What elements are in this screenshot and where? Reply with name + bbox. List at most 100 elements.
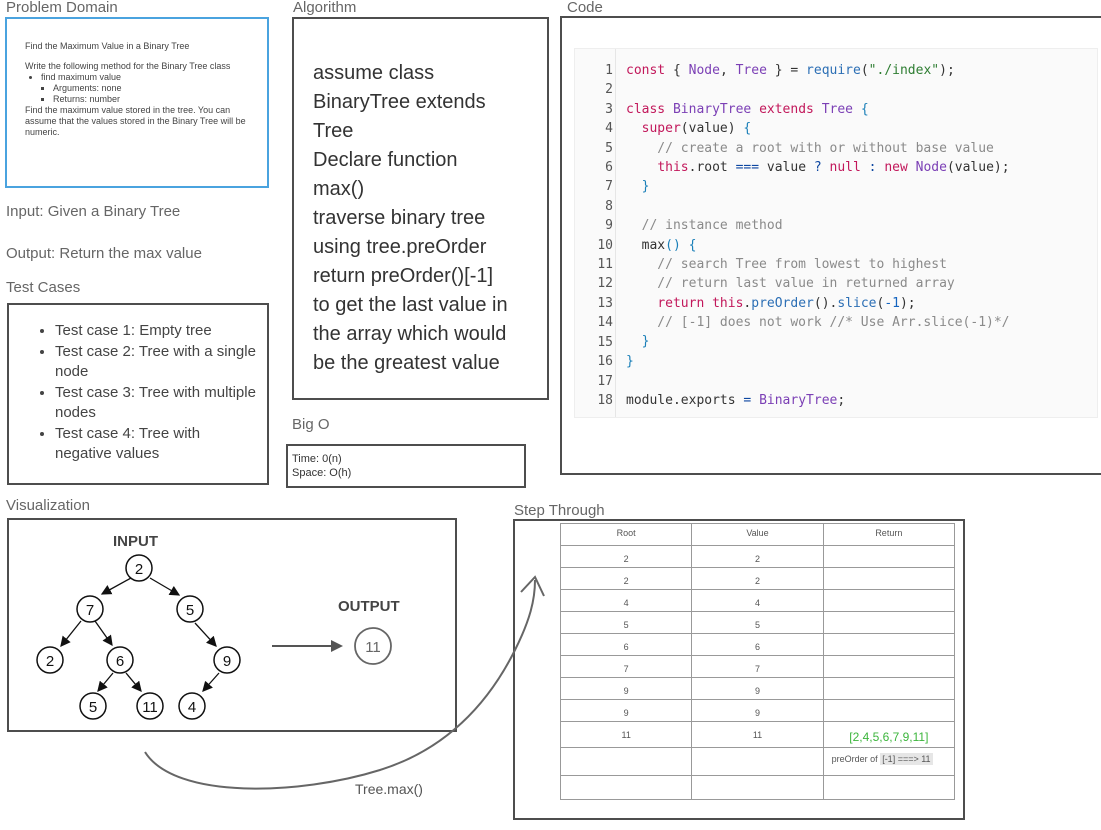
algorithm-line: using tree.preOrder xyxy=(313,236,487,258)
svg-text:5: 5 xyxy=(89,699,97,716)
tree-node: 11 xyxy=(136,692,164,720)
code-line-number: 2 xyxy=(605,82,613,98)
output-text: Output: Return the max value xyxy=(6,245,202,262)
svg-text:6: 6 xyxy=(116,653,124,670)
table-row: 99 xyxy=(559,699,956,722)
tree-edge xyxy=(125,672,142,692)
table-row: preOrder of [-1] ===> 11 xyxy=(559,747,956,776)
table-header: Return xyxy=(822,523,956,546)
problem-method: find maximum value Arguments: none Retur… xyxy=(41,72,247,105)
step-table: Root Value Return 22 22 44 55 66 77 99 9… xyxy=(559,523,956,800)
table-header-row: Root Value Return xyxy=(559,523,956,546)
output-heading: OUTPUT xyxy=(338,598,400,615)
test-cases-box: Test case 1: Empty tree Test case 2: Tre… xyxy=(7,303,269,485)
code-line: // search Tree from lowest to highest xyxy=(626,256,947,272)
svg-text:11: 11 xyxy=(365,639,381,656)
output-node: 11 xyxy=(354,627,392,665)
code-line-number: 1 xyxy=(605,63,613,78)
code-line: } xyxy=(626,179,650,195)
tree-node: 5 xyxy=(79,692,107,720)
problem-title: Find the Maximum Value in a Binary Tree xyxy=(25,41,190,51)
table-row: 11 11 [2,4,5,6,7,9,11] xyxy=(559,721,956,748)
code-line: // create a root with or without base va… xyxy=(626,140,994,156)
code-line-number: 8 xyxy=(605,198,613,214)
algorithm-line: assume class xyxy=(313,62,435,84)
code-line-numbers: 1 2 3 4 5 6 7 8 9 10 11 12 13 14 15 16 17 18 xyxy=(575,61,613,410)
code-line: class BinaryTree extends Tree { xyxy=(626,101,869,117)
code-line-number: 18 xyxy=(597,392,613,408)
tree-edge xyxy=(60,620,82,648)
big-o-space: Space: O(h) xyxy=(292,467,352,479)
problem-method-list: find maximum value Arguments: none Retur… xyxy=(25,72,247,105)
code-line: super(value) { xyxy=(641,121,752,137)
code-line: // [-1] does not work //* Use Arr.slice(… xyxy=(626,315,1010,331)
code-line: module.exports = BinaryTree; xyxy=(626,392,846,408)
svg-text:11: 11 xyxy=(142,699,158,716)
svg-text:9: 9 xyxy=(223,653,231,670)
code-line: const { Node, Tree } = require("./index"… xyxy=(626,63,955,78)
table-row xyxy=(559,775,956,800)
algorithm-line: traverse binary tree xyxy=(313,207,486,229)
algorithm-box: assume class BinaryTree extends Tree Dec… xyxy=(292,17,549,400)
code-line-number: 9 xyxy=(605,218,613,234)
code-line-number: 13 xyxy=(597,295,613,311)
code-line: return this.preOrder().slice(-1); xyxy=(657,295,916,311)
visualization-box: INPUT OUTPUT 2 7 5 2 6 9 5 11 4 11 xyxy=(7,518,457,732)
tree-edge xyxy=(100,577,132,595)
table-row: 77 xyxy=(559,655,956,678)
tree-edge xyxy=(94,620,113,647)
table-row: 44 xyxy=(559,589,956,612)
code-line-number: 5 xyxy=(605,140,613,156)
table-row: 55 xyxy=(559,611,956,634)
code-line-number: 6 xyxy=(605,160,613,176)
problem-domain-box: Find the Maximum Value in a Binary Tree … xyxy=(5,17,269,188)
code-line-number: 15 xyxy=(597,334,613,350)
code-line-number: 11 xyxy=(597,257,613,273)
big-o-label: Big O xyxy=(292,416,330,433)
svg-text:2: 2 xyxy=(135,561,143,578)
test-case-item: Test case 1: Empty tree xyxy=(55,321,257,341)
algorithm-line: Declare function xyxy=(313,149,458,171)
code-line-number: 7 xyxy=(605,179,613,195)
algorithm-line: return preOrder()[-1] xyxy=(313,265,494,287)
return-note: preOrder of [-1] ===> 11 xyxy=(822,747,956,776)
code-panel: 1 2 3 4 5 6 7 8 9 10 11 12 13 14 15 16 17 18 const { Node… xyxy=(574,48,1098,418)
code-line-number: 12 xyxy=(597,276,613,292)
code-line: } xyxy=(626,334,650,350)
problem-description: Find the maximum value stored in the tre… xyxy=(25,105,246,137)
code-line-number: 10 xyxy=(597,237,613,253)
tree-diagram: INPUT OUTPUT 2 7 5 2 6 9 5 11 4 11 xyxy=(36,533,400,720)
tree-node: 6 xyxy=(106,646,134,674)
code-line: } xyxy=(626,353,634,369)
algorithm-line: BinaryTree extends xyxy=(313,91,486,113)
big-o-box: Time: 0(n) Space: O(h) xyxy=(286,444,526,488)
step-through-label: Step Through xyxy=(514,502,605,519)
visualization-label: Visualization xyxy=(6,497,90,514)
algorithm-line: be the greatest value xyxy=(313,352,500,374)
tree-edge xyxy=(194,622,217,647)
algorithm-line: Tree xyxy=(313,120,354,142)
svg-text:2: 2 xyxy=(46,653,54,670)
table-row: 99 xyxy=(559,677,956,700)
input-heading: INPUT xyxy=(113,533,158,550)
test-case-item: Test case 2: Tree with a single node xyxy=(55,342,257,382)
output-arrowhead xyxy=(331,640,343,652)
algorithm-label: Algorithm xyxy=(293,0,357,16)
tree-node: 9 xyxy=(213,646,241,674)
tree-node: 2 xyxy=(125,554,153,582)
tree-edge xyxy=(149,577,181,596)
tree-edge xyxy=(202,672,220,692)
code-gutter-divider xyxy=(615,49,616,417)
tree-node: 4 xyxy=(178,692,206,720)
code-line: // return last value in returned array xyxy=(626,276,955,292)
code-content: const { Node, Tree } = require("./index"… xyxy=(626,61,1010,410)
code-line: // instance method xyxy=(626,218,783,234)
svg-text:7: 7 xyxy=(86,602,94,619)
input-text: Input: Given a Binary Tree xyxy=(6,203,181,220)
test-case-item: Test case 3: Tree with multiple nodes xyxy=(55,383,257,423)
problem-domain-label: Problem Domain xyxy=(6,0,118,16)
tree-max-label: Tree.max() xyxy=(355,781,423,797)
code-line-number: 14 xyxy=(597,315,613,331)
